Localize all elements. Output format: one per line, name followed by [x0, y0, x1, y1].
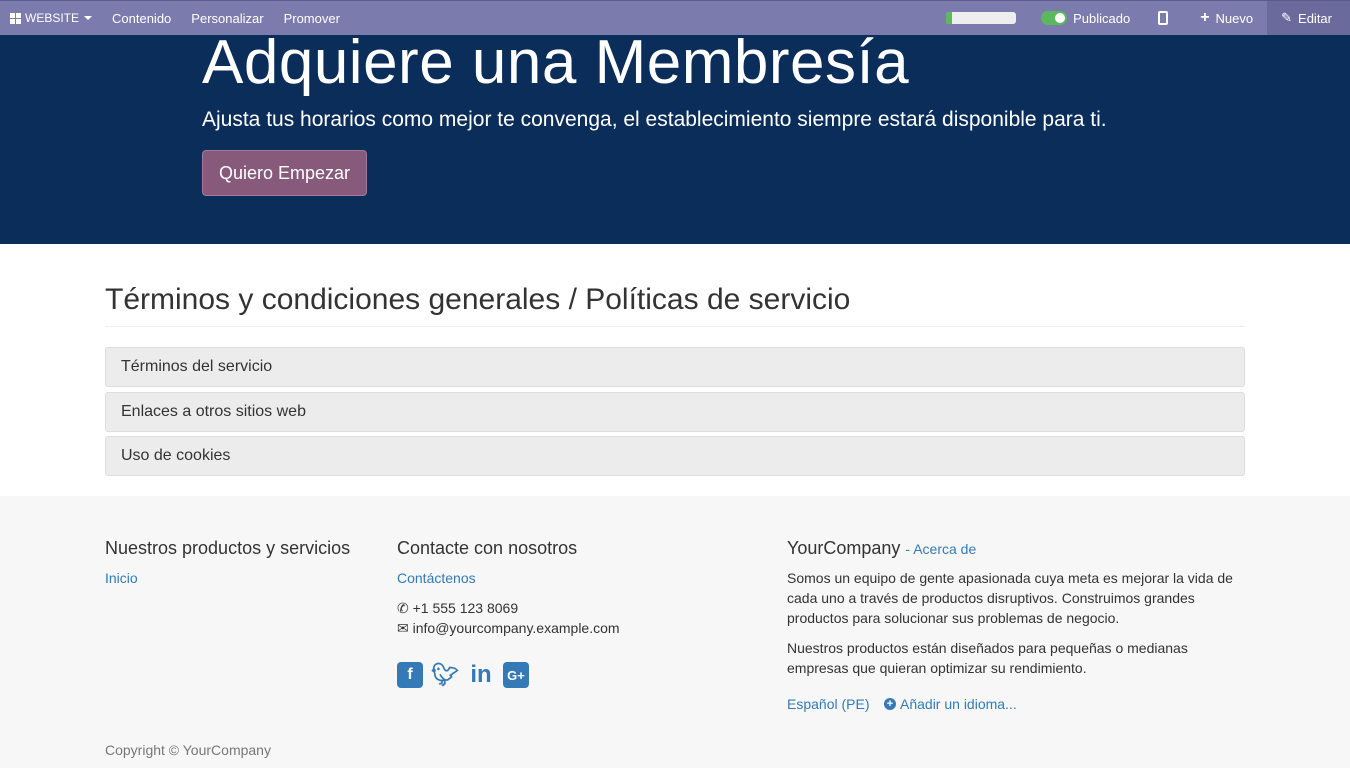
products-heading: Nuestros productos y servicios: [105, 538, 351, 558]
terms-section: Términos y condiciones generales / Polít…: [0, 244, 1350, 496]
company-heading: YourCompany - Acerca de: [787, 538, 976, 559]
website-label: WEBSITE: [25, 11, 80, 25]
menu-contenido[interactable]: Contenido: [102, 1, 181, 35]
about-text-2: Nuestros productos están diseñados para …: [787, 640, 1188, 676]
phone-number: +1 555 123 8069: [412, 600, 519, 616]
panel-external-links[interactable]: Enlaces a otros sitios web: [105, 392, 1245, 432]
divider: [105, 326, 1245, 327]
published-label: Publicado: [1073, 10, 1131, 26]
panel-cookies[interactable]: Uso de cookies: [105, 436, 1245, 476]
footer: Nuestros productos y servicios Inicio Co…: [0, 496, 1350, 768]
add-language-link[interactable]: + Añadir un idioma...: [884, 696, 1017, 712]
hero-title: Adquiere una Membresía: [202, 28, 910, 97]
social-links: f 🐦︎ in G+: [397, 661, 529, 688]
seo-progress-bar[interactable]: [946, 12, 1017, 24]
company-name: YourCompany: [787, 538, 901, 558]
new-label: Nuevo: [1215, 10, 1254, 26]
about-link[interactable]: - Acerca de: [905, 541, 976, 557]
envelope-icon: ✉: [397, 620, 409, 636]
edit-label: Editar: [1298, 10, 1332, 26]
hero-subtitle: Ajusta tus horarios como mejor te conven…: [202, 108, 1107, 131]
edit-button[interactable]: ✎ Editar: [1267, 1, 1350, 35]
copyright: Copyright © YourCompany: [105, 742, 271, 758]
email-line: ✉ info@yourcompany.example.com: [397, 618, 620, 638]
publish-toggle[interactable]: Publicado: [1041, 1, 1144, 35]
add-language-label: Añadir un idioma...: [900, 696, 1017, 712]
pencil-icon: ✎: [1281, 10, 1293, 25]
terms-title: Términos y condiciones generales / Polít…: [105, 283, 851, 316]
new-button[interactable]: + Nuevo: [1190, 1, 1267, 35]
phone-line: ✆ +1 555 123 8069: [397, 598, 518, 618]
mobile-icon[interactable]: [1158, 11, 1169, 25]
seo-progress-fill: [946, 12, 952, 24]
website-menu[interactable]: WEBSITE: [0, 1, 102, 35]
contact-link[interactable]: Contáctenos: [397, 570, 476, 586]
email-address: info@yourcompany.example.com: [412, 620, 620, 636]
start-button[interactable]: Quiero Empezar: [202, 150, 367, 196]
about-text-1: Somos un equipo de gente apasionada cuya…: [787, 570, 1233, 626]
google-plus-icon[interactable]: G+: [503, 662, 529, 688]
twitter-icon[interactable]: 🐦︎: [431, 662, 459, 688]
grid-icon: [10, 12, 21, 24]
hero-banner: Adquiere una Membresía Ajusta tus horari…: [0, 28, 1350, 244]
panel-terms-of-service[interactable]: Términos del servicio: [105, 347, 1245, 387]
plus-icon: +: [1200, 9, 1210, 26]
facebook-icon[interactable]: f: [397, 662, 423, 688]
language-link[interactable]: Español (PE): [787, 696, 869, 712]
plus-circle-icon: +: [884, 698, 896, 710]
contact-heading: Contacte con nosotros: [397, 538, 578, 558]
toggle-switch[interactable]: [1041, 11, 1068, 25]
phone-icon: ✆: [397, 600, 409, 616]
home-link[interactable]: Inicio: [105, 570, 138, 586]
caret-down-icon: [84, 16, 93, 20]
linkedin-icon[interactable]: in: [467, 661, 495, 688]
